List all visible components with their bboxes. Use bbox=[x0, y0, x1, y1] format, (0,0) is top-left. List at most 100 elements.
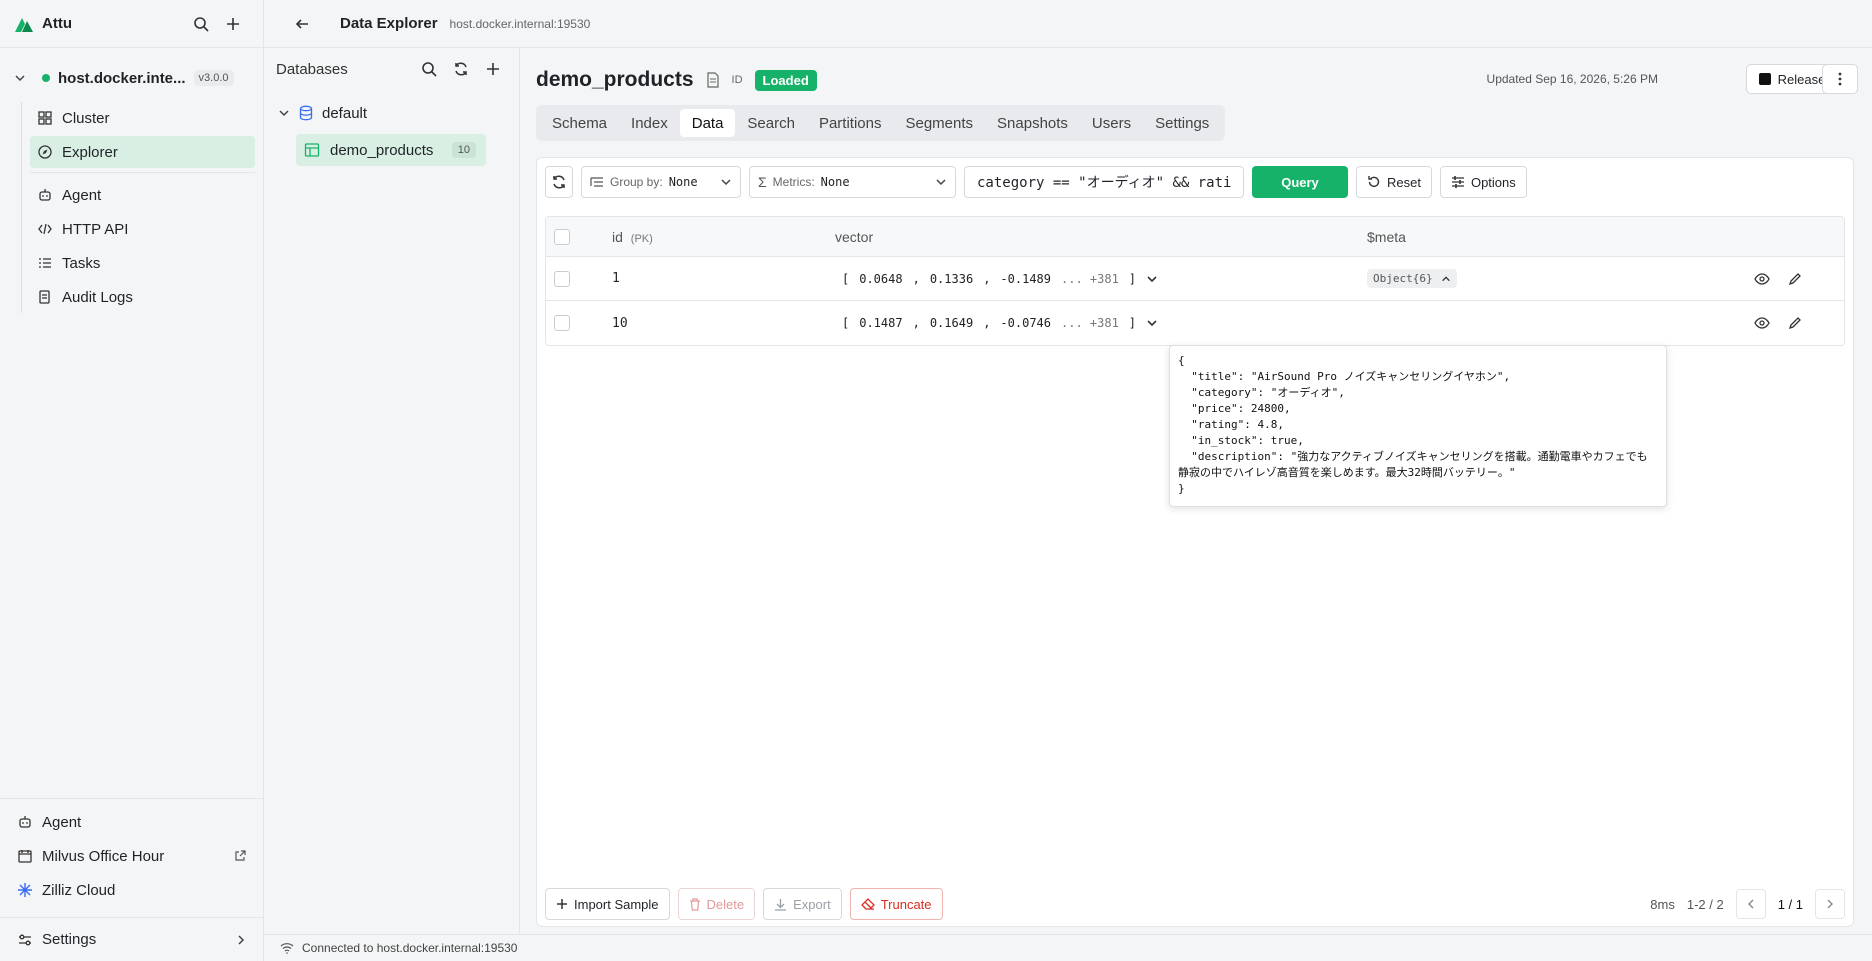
nav-item-http-api[interactable]: HTTP API bbox=[30, 213, 255, 245]
refresh-databases-button[interactable] bbox=[445, 53, 477, 85]
settings-label: Settings bbox=[42, 931, 97, 948]
options-button[interactable]: Options bbox=[1439, 166, 1527, 198]
calendar-icon bbox=[18, 850, 32, 863]
export-button[interactable]: Export bbox=[763, 888, 842, 920]
meta-json-popup: { "title": "AirSound Pro ノイズキャンセリングイヤホン"… bbox=[1169, 345, 1667, 507]
pk-label: (PK) bbox=[630, 232, 653, 245]
database-name: default bbox=[322, 104, 368, 122]
tab-users[interactable]: Users bbox=[1080, 109, 1143, 137]
next-page-button[interactable] bbox=[1815, 889, 1845, 919]
connection-item[interactable]: host.docker.inte... v3.0.0 bbox=[0, 54, 263, 102]
reset-button[interactable]: Reset bbox=[1356, 166, 1432, 198]
nav-item-explorer[interactable]: Explorer bbox=[30, 136, 255, 168]
tab-segments[interactable]: Segments bbox=[893, 109, 985, 137]
tab-settings[interactable]: Settings bbox=[1143, 109, 1221, 137]
status-badge: Loaded bbox=[754, 69, 817, 91]
nav-item-tasks[interactable]: Tasks bbox=[30, 247, 255, 279]
column-header-id[interactable]: id (PK) bbox=[612, 229, 653, 245]
bottom-label: Milvus Office Hour bbox=[42, 847, 165, 865]
nav-item-agent[interactable]: Agent bbox=[30, 179, 255, 211]
list-checks-icon bbox=[39, 258, 51, 268]
settings-button[interactable]: Settings bbox=[0, 917, 264, 961]
bottom-item-zilliz-cloud[interactable]: Zilliz Cloud bbox=[0, 873, 264, 907]
tab-snapshots[interactable]: Snapshots bbox=[985, 109, 1080, 137]
version-badge: v3.0.0 bbox=[193, 70, 234, 86]
sliders-icon bbox=[19, 934, 31, 945]
chevron-down-icon[interactable] bbox=[278, 107, 290, 119]
tab-search[interactable]: Search bbox=[735, 109, 807, 137]
edit-row-button[interactable] bbox=[1788, 316, 1802, 330]
page-indicator: 1 / 1 bbox=[1777, 896, 1803, 912]
range-label: 1-2 / 2 bbox=[1686, 896, 1724, 912]
truncate-button[interactable]: Truncate bbox=[849, 888, 943, 920]
query-input[interactable]: category == "オーディオ" && rati bbox=[964, 166, 1244, 198]
edit-row-button[interactable] bbox=[1788, 272, 1802, 286]
import-sample-button[interactable]: Import Sample bbox=[545, 888, 670, 920]
refresh-data-button[interactable] bbox=[545, 166, 573, 198]
add-connection-button[interactable] bbox=[217, 8, 249, 40]
global-search-button[interactable] bbox=[185, 8, 217, 40]
chevron-right-icon bbox=[1827, 899, 1833, 909]
status-bar: Connected to host.docker.internal:19530 bbox=[264, 934, 1872, 961]
vector-value: 0.0648 bbox=[859, 271, 903, 286]
release-label: Release bbox=[1777, 71, 1826, 87]
databases-panel: Databases default demo_products 10 bbox=[264, 48, 520, 934]
chevron-down-icon[interactable] bbox=[1146, 273, 1158, 285]
bottom-label: Zilliz Cloud bbox=[42, 881, 116, 899]
chevron-down-icon[interactable] bbox=[14, 72, 26, 84]
nav-label: HTTP API bbox=[62, 220, 129, 238]
plus-icon bbox=[487, 63, 499, 75]
app-name: Attu bbox=[42, 15, 72, 32]
tab-data[interactable]: Data bbox=[679, 109, 736, 137]
prev-page-button[interactable] bbox=[1735, 889, 1766, 919]
select-all-checkbox[interactable] bbox=[554, 228, 570, 245]
eraser-icon bbox=[860, 898, 875, 910]
metrics-select[interactable]: Σ Metrics: None bbox=[749, 166, 956, 198]
column-header-vector[interactable]: vector bbox=[835, 229, 873, 245]
chevron-down-icon[interactable] bbox=[1146, 317, 1158, 329]
row-meta[interactable]: Object{6} bbox=[1367, 269, 1457, 288]
connection-status-text: Connected to host.docker.internal:19530 bbox=[302, 941, 518, 955]
document-icon[interactable] bbox=[706, 72, 720, 88]
query-button[interactable]: Query bbox=[1252, 166, 1348, 198]
meta-object-tag[interactable]: Object{6} bbox=[1367, 269, 1457, 288]
bottom-item-agent[interactable]: Agent bbox=[0, 805, 264, 839]
metrics-label: Metrics: bbox=[772, 175, 815, 189]
table-row[interactable]: 10 [0.1487, 0.1649, -0.0746... +381] bbox=[546, 301, 1844, 345]
refresh-icon bbox=[553, 175, 565, 189]
collection-name: demo_products bbox=[330, 141, 434, 159]
tab-schema[interactable]: Schema bbox=[540, 109, 619, 137]
table-row[interactable]: 1 [0.0648, 0.1336, -0.1489... +381] Object… bbox=[546, 257, 1844, 301]
group-by-value: None bbox=[668, 175, 698, 189]
back-button[interactable] bbox=[286, 8, 318, 40]
row-checkbox[interactable] bbox=[554, 315, 570, 331]
nav-item-cluster[interactable]: Cluster bbox=[30, 102, 255, 134]
group-by-label: Group by: bbox=[610, 175, 663, 189]
column-label: id bbox=[612, 228, 623, 245]
updated-timestamp: Updated Sep 16, 2026, 5:26 PM bbox=[1486, 72, 1658, 86]
bottom-item-office-hour[interactable]: Milvus Office Hour bbox=[0, 839, 264, 873]
app-logo[interactable]: Attu bbox=[14, 15, 185, 33]
tab-partitions[interactable]: Partitions bbox=[807, 109, 894, 137]
nav-item-audit-logs[interactable]: Audit Logs bbox=[30, 281, 255, 313]
view-row-button[interactable] bbox=[1754, 272, 1770, 285]
search-icon bbox=[194, 16, 209, 32]
row-checkbox[interactable] bbox=[554, 270, 570, 287]
add-database-button[interactable] bbox=[477, 53, 509, 85]
tree-collection-demo-products[interactable]: demo_products 10 bbox=[296, 134, 486, 166]
tab-index[interactable]: Index bbox=[619, 109, 680, 137]
search-databases-button[interactable] bbox=[413, 53, 445, 85]
view-row-button[interactable] bbox=[1754, 317, 1770, 329]
vector-value: -0.1489 bbox=[1000, 271, 1051, 286]
tree-database-default[interactable]: default bbox=[264, 98, 519, 128]
group-by-select[interactable]: Group by: None bbox=[581, 166, 741, 198]
sidebar-header: Attu bbox=[0, 0, 263, 48]
delete-button[interactable]: Delete bbox=[677, 888, 756, 920]
table-icon bbox=[304, 143, 320, 157]
vector-value: 0.1336 bbox=[929, 271, 974, 286]
search-icon bbox=[422, 62, 437, 77]
column-header-meta[interactable]: $meta bbox=[1367, 229, 1406, 245]
more-actions-button[interactable] bbox=[1822, 64, 1858, 94]
collection-count-badge: 10 bbox=[451, 142, 476, 158]
main-content: demo_products ID Loaded Updated Sep 16, … bbox=[520, 48, 1872, 934]
